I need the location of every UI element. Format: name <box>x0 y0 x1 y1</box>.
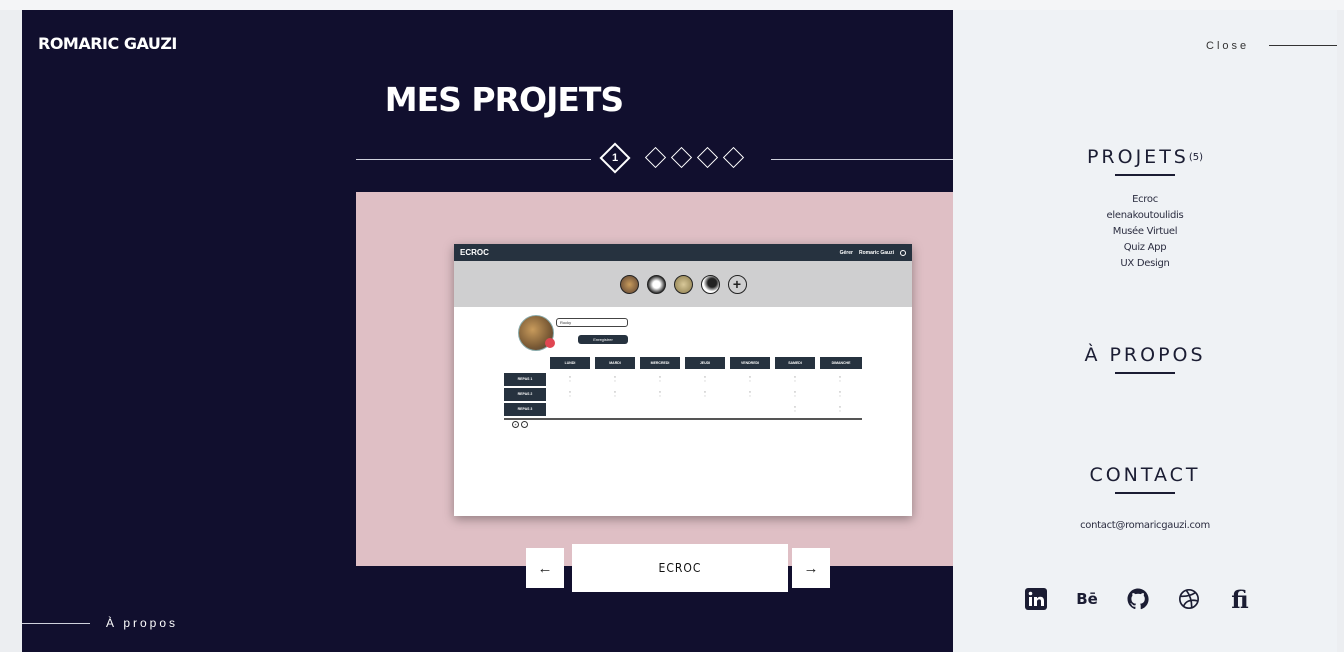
close-button[interactable]: Close <box>1206 40 1249 52</box>
main-panel: ROMARIC GAUZI MES PROJETS 1 ECROC Gérer … <box>22 10 953 652</box>
mock-cell: ▪ ▫ <box>614 390 616 398</box>
mock-mini-controls: + · <box>512 421 528 428</box>
mock-cell: ▪ ▫ <box>704 375 706 383</box>
contact-section: CONTACT contact@romaricgauzi.com <box>953 464 1337 531</box>
mock-day-header: VENDREDI <box>730 357 770 369</box>
mock-badge <box>545 338 555 348</box>
mock-row-header: REPAS 2 <box>504 388 546 401</box>
projects-section: PROJETS(5) Ecroc elenakoutoulidis Musée … <box>953 146 1337 272</box>
menu-sidebar: Close PROJETS(5) Ecroc elenakoutoulidis … <box>953 10 1337 652</box>
mock-name-input: Rocky <box>556 318 628 327</box>
pager-diamond-1[interactable]: 1 <box>599 142 631 174</box>
arrow-left-icon: ← <box>537 559 553 577</box>
mock-cell: ▪ ▫ <box>659 375 661 383</box>
pager-line-right <box>771 159 953 160</box>
mock-cell: ▪ ▫ <box>839 375 841 383</box>
close-line <box>1269 45 1337 46</box>
mock-cell: ▪ ▫ <box>749 390 751 398</box>
mock-pet-avatar <box>673 274 693 294</box>
mock-day-header: DIMANCHE <box>820 357 862 369</box>
contact-underline <box>1115 492 1175 494</box>
social-links: Bē fi <box>1023 585 1253 614</box>
about-link-label: À propos <box>106 616 179 630</box>
project-link-ux-design[interactable]: UX Design <box>953 256 1337 272</box>
mock-pet-avatar <box>619 274 639 294</box>
contact-heading[interactable]: CONTACT <box>953 464 1337 486</box>
project-link-musee-virtuel[interactable]: Musée Virtuel <box>953 224 1337 240</box>
project-link-elenakoutoulidis[interactable]: elenakoutoulidis <box>953 208 1337 224</box>
mock-table-divider <box>504 418 862 420</box>
mock-row-header: REPAS 1 <box>504 373 546 386</box>
about-link-line <box>22 622 90 624</box>
mock-save-button: Enregistrer <box>578 335 628 344</box>
about-link[interactable]: À propos <box>22 616 178 630</box>
mock-pet-bar: + <box>454 261 912 307</box>
mock-cell: ▪ ▫ <box>704 390 706 398</box>
mock-body: Rocky Enregistrer LUNDI MARDI MERCREDI J… <box>454 307 912 516</box>
mock-cell: ▪ ▫ <box>839 390 841 398</box>
page-title: MES PROJETS <box>22 80 953 119</box>
mock-mini-plus-icon: + <box>512 421 519 428</box>
brand-logo[interactable]: ROMARIC GAUZI <box>38 34 177 53</box>
pager-diamond-5[interactable] <box>722 146 745 169</box>
next-project-button[interactable]: → <box>792 548 830 588</box>
mock-cell: ▪ ▫ <box>614 375 616 383</box>
github-icon[interactable] <box>1125 586 1151 612</box>
projects-title: PROJETS <box>1086 146 1189 168</box>
mock-cell: ▪ ▫ <box>749 375 751 383</box>
mock-day-header: JEUDI <box>685 357 725 369</box>
mock-user-name: Romaric Gauzi <box>858 249 894 256</box>
mock-dog-avatar <box>518 315 555 351</box>
pager-diamond-4[interactable] <box>696 146 719 169</box>
mock-day-header: MARDI <box>595 357 635 369</box>
mock-app-title: ECROC <box>460 248 489 257</box>
mock-cell: ▪ ▫ <box>569 390 571 398</box>
project-pager: 1 <box>356 142 953 175</box>
current-project-label[interactable]: ECROC <box>572 544 788 592</box>
mock-cell: ▪ ▫ <box>569 375 571 383</box>
pager-number: 1 <box>611 152 619 164</box>
mock-top-right: Gérer Romaric Gauzi <box>839 249 906 256</box>
projects-list: Ecroc elenakoutoulidis Musée Virtuel Qui… <box>953 192 1337 272</box>
mock-day-header: MERCREDI <box>640 357 680 369</box>
linkedin-icon[interactable] <box>1023 586 1049 612</box>
mock-day-header: LUNDI <box>550 357 590 369</box>
pager-line-left <box>356 159 591 160</box>
mock-day-header: SAMEDI <box>775 357 815 369</box>
mock-add-icon: + <box>727 274 747 294</box>
mock-cell: ▪ ▫ <box>839 405 841 413</box>
mock-mini-reset-icon: · <box>521 421 528 428</box>
fi-icon[interactable]: fi <box>1227 585 1253 614</box>
mock-row-header: REPAS 3 <box>504 403 546 416</box>
about-section: À PROPOS <box>953 344 1337 374</box>
behance-icon[interactable]: Bē <box>1074 586 1100 612</box>
dribbble-icon[interactable] <box>1176 586 1202 612</box>
mock-logout-icon <box>900 249 906 256</box>
page-title-text: MES PROJETS <box>384 80 624 119</box>
mock-pet-avatar <box>700 274 720 294</box>
about-heading[interactable]: À PROPOS <box>953 344 1337 366</box>
pager-diamond-3[interactable] <box>670 146 693 169</box>
projects-count: (5) <box>1188 152 1204 163</box>
project-link-quiz-app[interactable]: Quiz App <box>953 240 1337 256</box>
project-link-ecroc[interactable]: Ecroc <box>953 192 1337 208</box>
about-underline <box>1115 372 1175 374</box>
pager-diamond-2[interactable] <box>644 146 667 169</box>
mock-cell: ▪ ▫ <box>659 390 661 398</box>
arrow-right-icon: → <box>803 559 819 577</box>
mock-cell: ▪ ▫ <box>794 375 796 383</box>
contact-email[interactable]: contact@romaricgauzi.com <box>953 520 1337 531</box>
top-strip <box>0 0 1344 10</box>
project-screenshot[interactable]: ECROC Gérer Romaric Gauzi + Rocky Enregi… <box>454 244 912 516</box>
mock-pet-avatar <box>646 274 666 294</box>
prev-project-button[interactable]: ← <box>526 548 564 588</box>
project-showcase: ECROC Gérer Romaric Gauzi + Rocky Enregi… <box>356 192 953 566</box>
projects-heading[interactable]: PROJETS(5) <box>953 146 1337 168</box>
mock-cell: ▪ ▫ <box>794 390 796 398</box>
projects-underline <box>1115 174 1175 176</box>
mock-topbar: ECROC Gérer Romaric Gauzi <box>454 244 912 261</box>
mock-manage-link: Gérer <box>839 249 853 256</box>
mock-cell: ▪ ▫ <box>794 405 796 413</box>
